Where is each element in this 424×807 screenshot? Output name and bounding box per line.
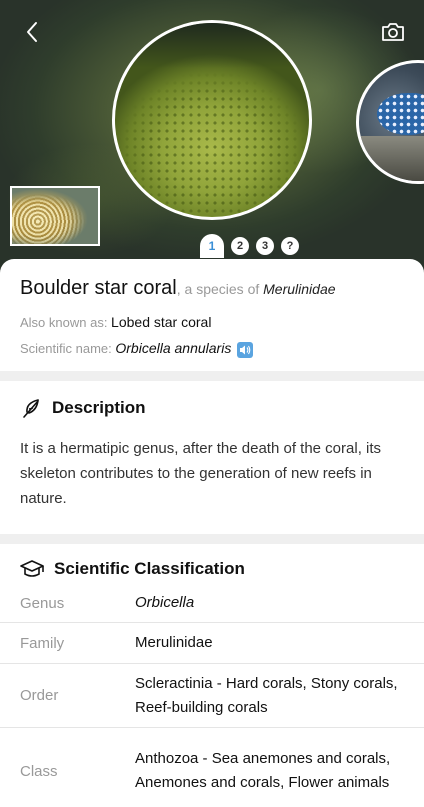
common-name: Boulder star coral [20,277,177,299]
species-card: Boulder star coral, a species of Merulin… [0,259,424,807]
aka-label: Also known as: [20,315,112,330]
back-button[interactable] [18,18,46,46]
aka-value: Lobed star coral [111,314,212,330]
table-row: Class Anthozoa - Sea anemones and corals… [0,728,424,807]
pager-dot-1[interactable]: 1 [200,234,224,258]
camera-button[interactable] [378,18,408,46]
pager-dot-3[interactable]: 3 [256,237,274,255]
row-value: Orbicella [135,594,195,611]
section-divider [0,534,424,544]
classification-header: Scientific Classification [20,559,245,579]
table-row: Order Scleractinia - Hard corals, Stony … [0,664,424,728]
thumbnail-photo[interactable] [10,186,100,246]
section-divider [0,371,424,381]
also-known-as: Also known as: Lobed star coral [20,314,211,330]
classification-table: Genus Orbicella Family Merulinidae Order… [0,584,424,807]
species-prefix: , a species of [176,281,264,297]
speaker-button[interactable] [237,342,254,358]
row-value: Anthozoa - Sea anemones and corals, Anem… [135,750,391,791]
row-key: Order [20,687,59,704]
description-header: Description [20,397,146,419]
species-title: Boulder star coral, a species of Merulin… [20,277,336,300]
scientific-name: Scientific name: Orbicella annularis [20,340,254,358]
row-key: Class [20,762,58,780]
pager-dot-2[interactable]: 2 [231,237,249,255]
row-key: Family [20,634,65,652]
table-row: Genus Orbicella [0,584,424,623]
table-row: Family Merulinidae [0,623,424,664]
photo-header: 1 2 3 ? [0,0,424,275]
row-value: Scleractinia - Hard corals, Stony corals… [135,674,398,716]
description-title: Description [52,398,146,417]
next-photo[interactable] [356,60,424,184]
pager-dot-unknown[interactable]: ? [281,237,299,255]
camera-icon [382,23,404,41]
sci-value: Orbicella annularis [115,340,232,356]
photo-pager: 1 2 3 ? [200,234,299,258]
main-coral-photo[interactable] [112,20,312,220]
row-value: Merulinidae [135,634,213,651]
chevron-left-icon [27,22,37,42]
sci-label: Scientific name: [20,341,116,356]
classification-title: Scientific Classification [54,559,245,578]
family-name-link[interactable]: Merulinidae [263,281,335,297]
description-text: It is a hermatipic genus, after the deat… [20,440,382,507]
row-key: Genus [20,594,65,612]
graduation-cap-icon [20,560,44,577]
feather-icon [23,399,39,418]
speaker-icon [240,345,251,355]
